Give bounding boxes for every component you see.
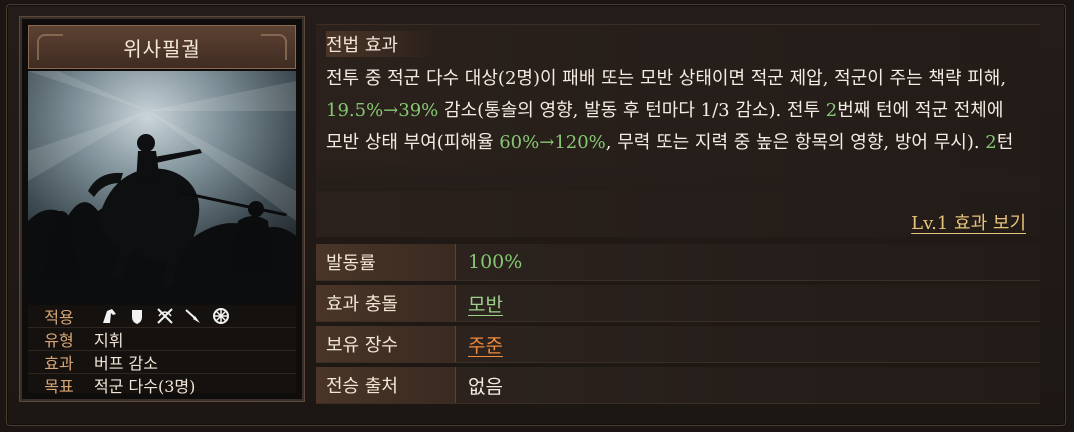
info-label: 전승 출처 [316,367,456,403]
info-label: 효과 충돌 [316,285,456,321]
info-row-effect-conflict: 효과 충돌 모반 [316,285,1040,322]
skill-stats: 적용 유형 지휘 효과 버프 감소 목표 적군 다수(3명) [28,305,296,396]
skill-name: 위사필궐 [123,36,201,61]
stat-row-target: 목표 적군 다수(3명) [28,374,296,396]
description-heading: 전법 효과 [326,31,438,57]
stat-key: 효과 [44,354,74,373]
stat-row-type: 유형 지휘 [28,328,296,351]
crossbow-icon [156,307,174,325]
inherit-source-value: 없음 [468,375,503,398]
skill-artwork [28,71,296,303]
info-label: 발동률 [316,244,456,280]
highlight-value: 2 [825,100,838,121]
highlight-value: 2 [985,132,997,153]
description-segment: 감소(통솔의 영향, 발동 후 턴마다 1/3 감소). 전투 [438,100,826,121]
highlight-value: 19.5%→39% [326,100,439,121]
stat-key: 적용 [44,308,74,327]
level-effect-link[interactable]: Lv.1 효과 보기 [911,209,1026,235]
description-segment: 전투 중 적군 다수 대상(2명)이 패배 또는 모반 상태이면 적군 제압, … [326,68,1007,89]
stat-value: 버프 감소 [94,354,158,373]
title-ornament-left [37,34,63,60]
stat-row-effect: 효과 버프 감소 [28,351,296,374]
effect-conflict-link[interactable]: 모반 [456,290,503,317]
shield-icon [128,307,146,325]
horse-icon [100,307,118,325]
info-label: 보유 장수 [316,326,456,362]
activation-rate-value: 100% [468,251,523,273]
troop-type-icons [90,307,230,325]
wheel-icon [212,307,230,325]
title-ornament-right [261,34,287,60]
description-segment: , 무력 또는 지력 중 높은 항목의 영향, 방어 무시). [605,132,986,153]
stat-value: 지휘 [94,331,124,350]
info-row-inherit-source: 전승 출처 없음 [316,367,1040,404]
card-title-bar: 위사필궐 [28,25,296,69]
stat-value: 적군 다수(3명) [94,377,196,396]
spear-icon [184,307,202,325]
description-segment: 턴 [996,132,1014,153]
skill-info-rows: 발동률 100% 효과 충돌 모반 보유 장수 주준 전승 출처 없음 [316,244,1040,408]
info-row-holder-general: 보유 장수 주준 [316,326,1040,363]
highlight-value: 60%→120% [499,132,606,153]
stat-key: 유형 [44,331,74,350]
holder-general-link[interactable]: 주준 [456,331,503,358]
description-text[interactable]: 전투 중 적군 다수 대상(2명)이 패배 또는 모반 상태이면 적군 제압, … [326,63,1016,185]
skill-description-panel: 전법 효과 전투 중 적군 다수 대상(2명)이 패배 또는 모반 상태이면 적… [316,24,1040,237]
info-row-activation-rate: 발동률 100% [316,244,1040,281]
stat-row-apply: 적용 [28,305,296,328]
skill-card: 위사필궐 적용 유형 지휘 효과 버프 감소 목표 적군 다수(3명) [20,17,304,401]
stat-key: 목표 [44,377,74,396]
